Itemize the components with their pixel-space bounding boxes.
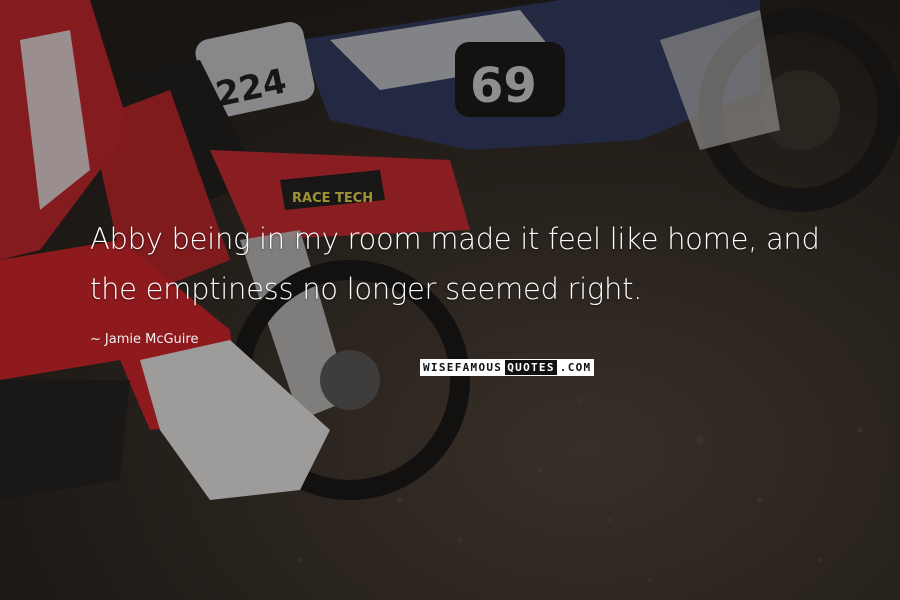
quote-line-1: Abby being in my room made it feel like …	[90, 222, 820, 256]
brand-part-wisefamous: WISEFAMOUS	[420, 359, 505, 376]
quote-line-2: the emptiness no longer seemed right.	[90, 272, 643, 306]
author-name: Jamie McGuire	[104, 332, 199, 347]
brand-part-quotes: QUOTES	[504, 359, 558, 376]
quote-image: 224 69 RACE TECH Abby being in my room m…	[0, 0, 900, 600]
quote-author: ~ Jamie McGuire	[90, 332, 198, 347]
brand-part-com: .COM	[557, 359, 595, 376]
brand-logo: WISEFAMOUS QUOTES .COM	[420, 359, 595, 376]
author-prefix: ~	[90, 332, 101, 347]
quote-text: Abby being in my room made it feel like …	[90, 214, 850, 314]
